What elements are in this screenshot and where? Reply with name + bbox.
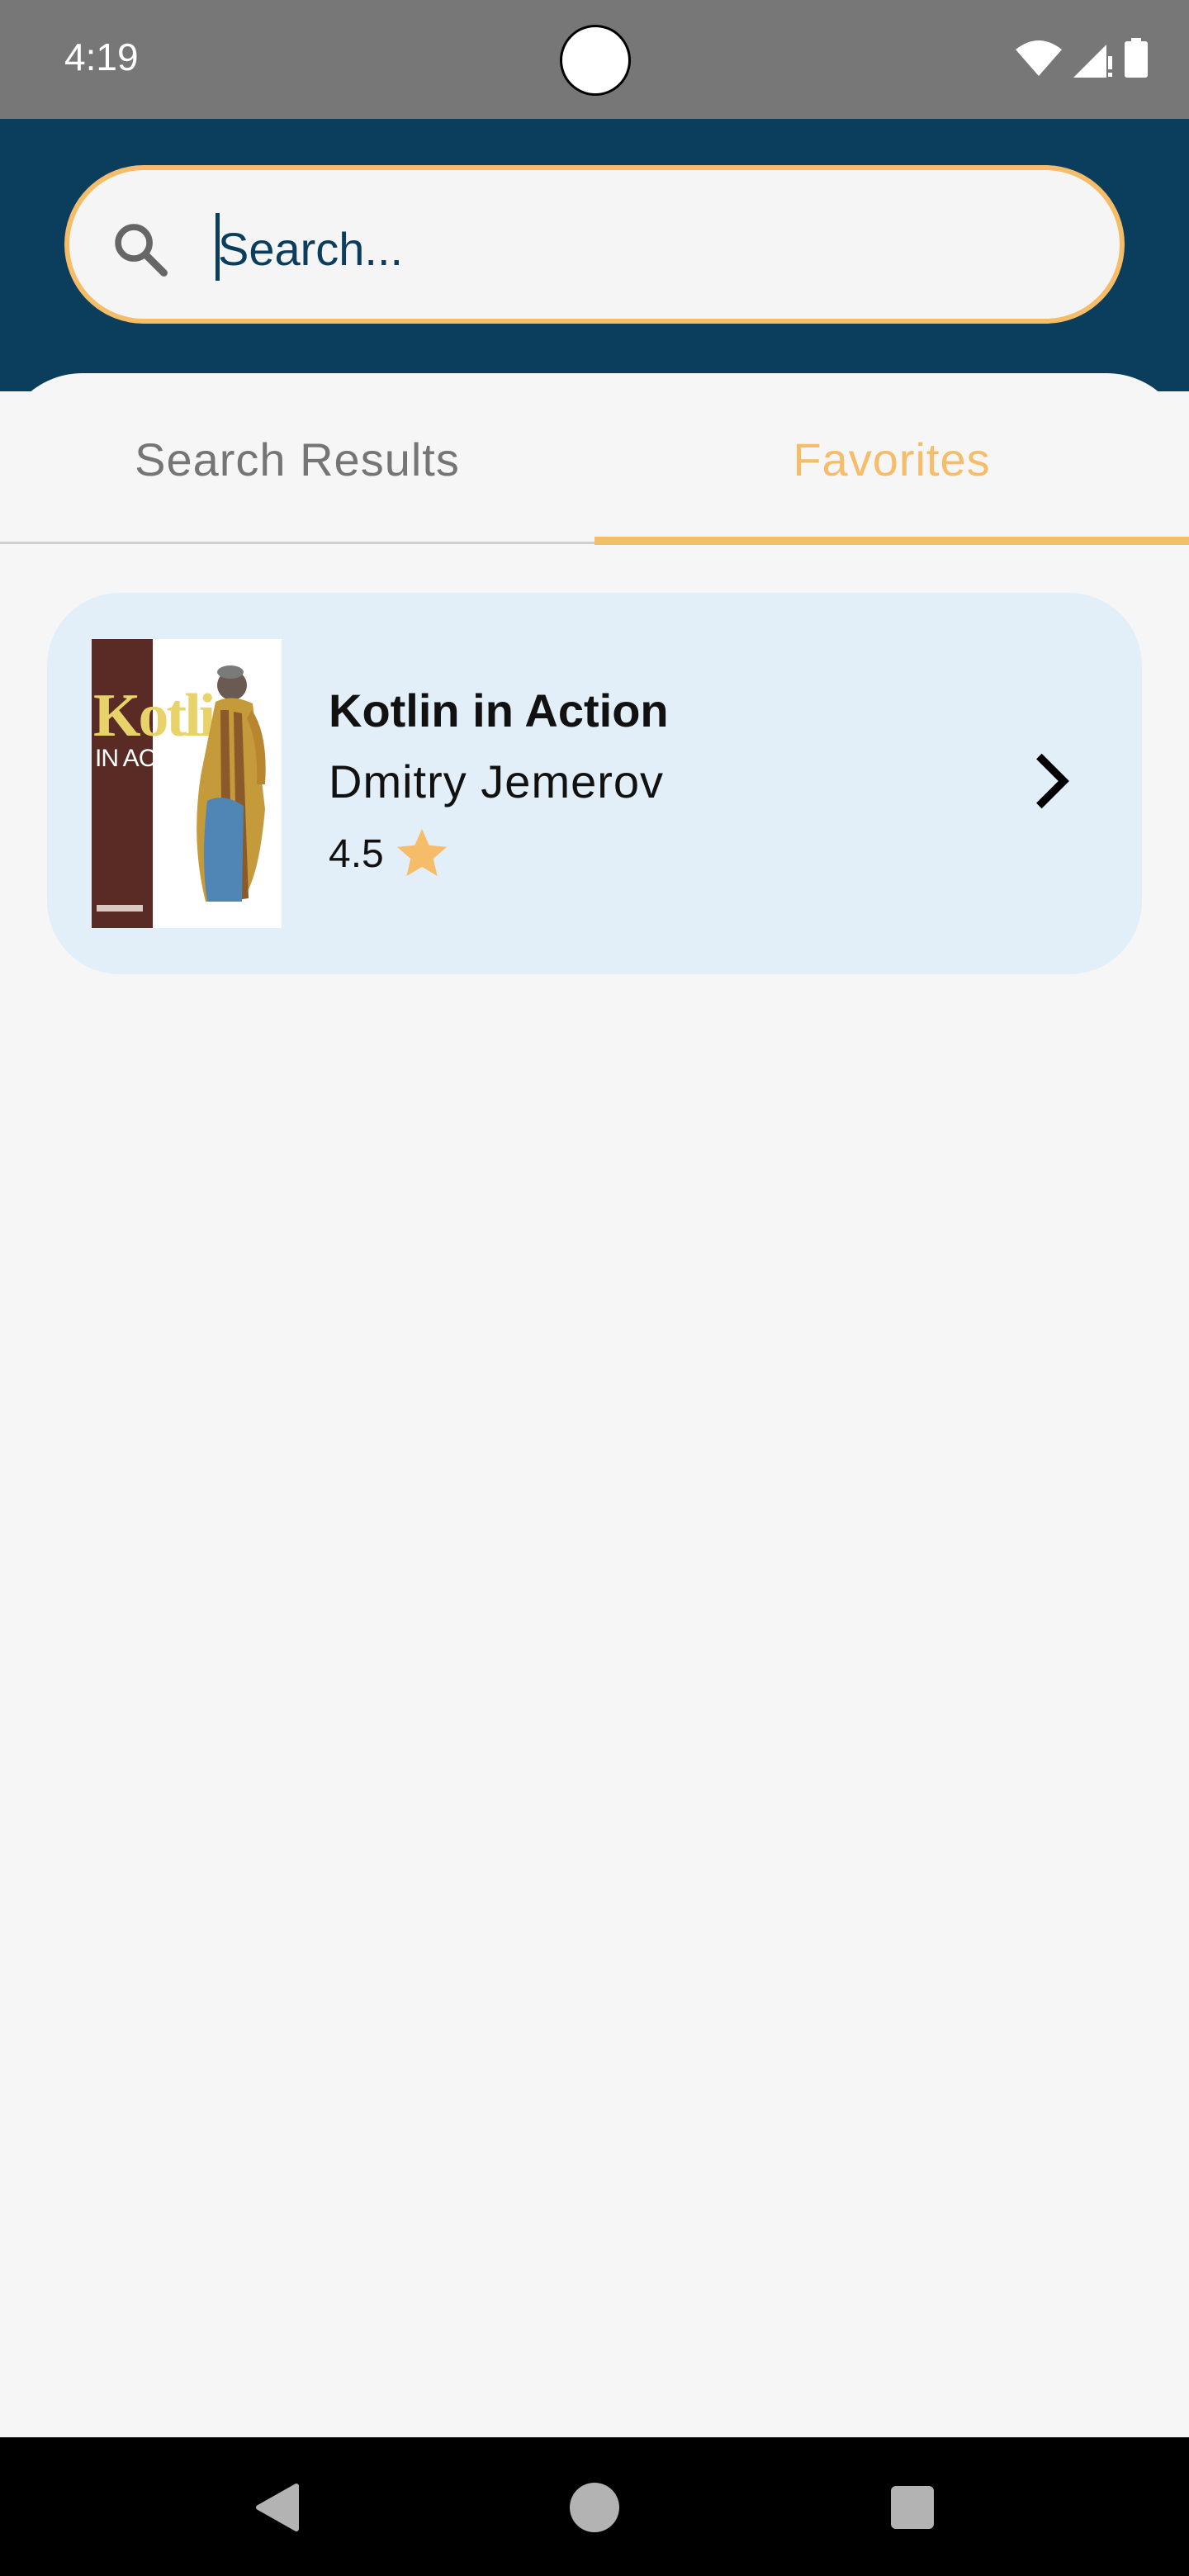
- nav-home-button[interactable]: [549, 2462, 640, 2553]
- book-title: Kotlin in Action: [329, 684, 669, 736]
- wifi-icon: [1016, 40, 1062, 76]
- signal-icon: [1073, 45, 1112, 78]
- tab-favorites[interactable]: Favorites: [594, 373, 1189, 545]
- tab-bar: Search Results Favorites: [0, 373, 1189, 545]
- book-cover-image: Kotlin IN ACTION: [92, 639, 282, 928]
- book-card[interactable]: Kotlin IN ACTION Kotlin in Action Dmitry…: [47, 593, 1142, 974]
- nav-recents-button[interactable]: [867, 2462, 958, 2553]
- nav-back-button[interactable]: [231, 2462, 322, 2553]
- battery-icon: [1125, 38, 1148, 78]
- status-time: 4:19: [64, 36, 139, 78]
- book-rating-row: 4.5: [329, 824, 452, 883]
- camera-cutout: [560, 25, 631, 96]
- search-icon: [115, 224, 168, 277]
- tab-search-results[interactable]: Search Results: [0, 373, 594, 545]
- cover-illustration: [197, 665, 266, 902]
- chevron-right-icon[interactable]: [1020, 748, 1086, 814]
- home-icon: [570, 2483, 619, 2532]
- recents-icon: [891, 2486, 934, 2529]
- back-icon: [256, 2484, 299, 2531]
- book-rating: 4.5: [329, 831, 384, 876]
- search-input[interactable]: [218, 203, 1044, 294]
- star-icon: [396, 829, 447, 876]
- book-author: Dmitry Jemerov: [329, 755, 665, 807]
- system-nav-bar: [0, 2437, 1189, 2576]
- cover-publisher-mark: [97, 905, 143, 912]
- search-bar[interactable]: [64, 165, 1125, 324]
- tab-selected-indicator: [594, 537, 1189, 545]
- status-icons: [1016, 36, 1148, 79]
- status-bar: 4:19: [0, 0, 1189, 119]
